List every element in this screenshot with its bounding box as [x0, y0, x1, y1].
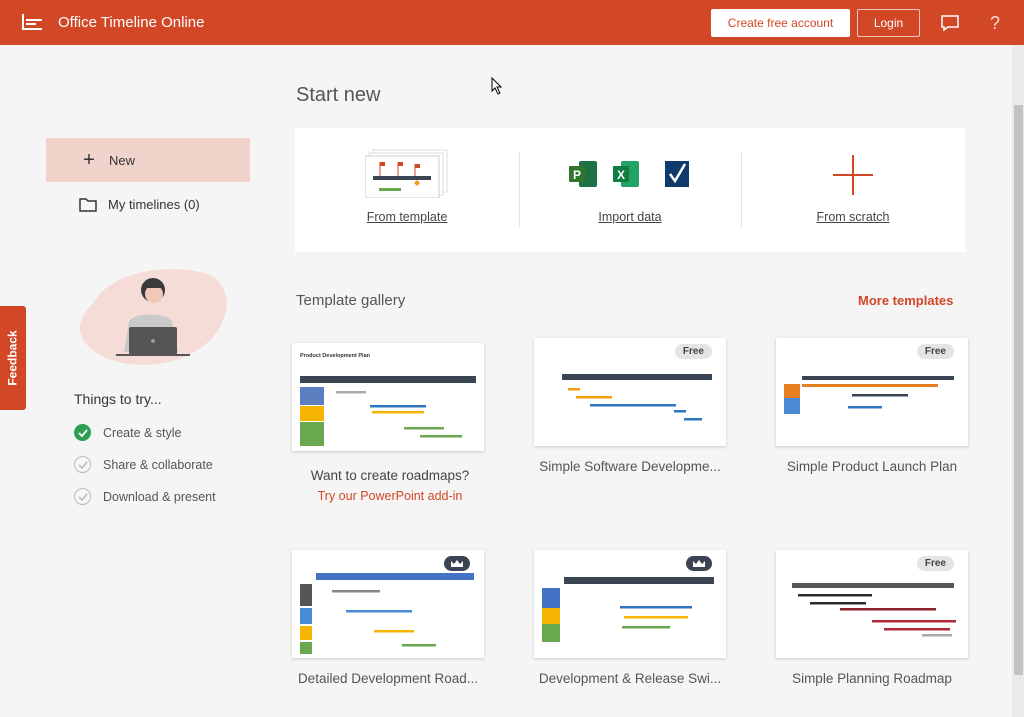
from-template-label: From template: [366, 210, 448, 224]
plus-large-icon: [833, 155, 873, 195]
svg-text:P: P: [573, 168, 581, 182]
create-account-button[interactable]: Create free account: [711, 9, 850, 37]
template-card-simple-software[interactable]: Free: [534, 338, 726, 446]
folder-icon: [79, 197, 97, 212]
plus-icon: +: [83, 148, 95, 171]
try-item-label: Create & style: [103, 425, 182, 440]
premium-crown-badge: [444, 556, 470, 571]
roadmap-question: Want to create roadmaps?: [310, 468, 470, 483]
check-circle-outline-icon: [74, 456, 91, 473]
chat-icon[interactable]: [939, 12, 961, 34]
thumbnail-heading: Product Development Plan: [300, 353, 371, 359]
sidebar-item-new[interactable]: + New: [46, 138, 250, 182]
template-title[interactable]: Development & Release Swi...: [525, 671, 735, 686]
template-card-product-launch[interactable]: Free: [776, 338, 968, 446]
check-circle-icon: [74, 424, 91, 441]
page-scrollbar[interactable]: [1012, 45, 1024, 717]
scrollbar-thumb[interactable]: [1014, 105, 1023, 675]
template-title[interactable]: Detailed Development Road...: [283, 671, 493, 686]
template-card-product-development[interactable]: Product Development Plan: [292, 343, 484, 451]
things-to-try-title: Things to try...: [74, 391, 162, 407]
powerpoint-addin-link[interactable]: Try our PowerPoint add-in: [292, 489, 488, 503]
from-scratch-option[interactable]: From scratch: [741, 128, 965, 252]
sidebar-item-label: My timelines (0): [108, 196, 200, 212]
import-data-label: Import data: [598, 210, 662, 224]
start-new-panel: From template P X Import data From scrat…: [295, 128, 965, 252]
template-card-detailed-development[interactable]: [292, 550, 484, 658]
template-title[interactable]: Simple Software Developme...: [525, 459, 735, 474]
mouse-cursor-icon: [491, 77, 503, 95]
project-app-icon: P: [569, 161, 597, 187]
person-laptop-illustration: [79, 269, 227, 365]
import-apps-icons: P X: [569, 161, 689, 187]
try-item-download-present[interactable]: Download & present: [74, 488, 216, 505]
login-button[interactable]: Login: [857, 9, 920, 37]
feedback-label: Feedback: [6, 330, 21, 386]
try-item-label: Download & present: [103, 489, 216, 504]
more-templates-link[interactable]: More templates: [858, 293, 953, 308]
check-circle-outline-icon: [74, 488, 91, 505]
sidebar-item-my-timelines[interactable]: My timelines (0): [46, 182, 250, 226]
import-data-option[interactable]: P X Import data: [519, 128, 741, 252]
template-card-development-release[interactable]: [534, 550, 726, 658]
try-item-share-collaborate[interactable]: Share & collaborate: [74, 456, 213, 473]
sidebar-item-label: New: [109, 152, 136, 168]
app-title: Office Timeline Online: [58, 14, 205, 31]
free-badge: Free: [916, 344, 954, 359]
free-badge: Free: [916, 556, 954, 571]
smartsheet-app-icon: [665, 161, 689, 187]
template-gallery-title: Template gallery: [296, 292, 406, 309]
template-thumbnail-icon: [365, 149, 448, 198]
start-new-title: Start new: [296, 84, 381, 106]
free-badge: Free: [674, 344, 712, 359]
template-title[interactable]: Simple Product Launch Plan: [767, 459, 977, 474]
app-logo-icon[interactable]: [22, 13, 44, 32]
from-scratch-label: From scratch: [816, 210, 890, 224]
template-title[interactable]: Simple Planning Roadmap: [767, 671, 977, 686]
feedback-tab[interactable]: Feedback: [0, 306, 26, 410]
template-thumbnail: Product Development Plan: [300, 353, 476, 446]
excel-app-icon: X: [613, 161, 639, 187]
crown-icon: [693, 560, 705, 567]
premium-crown-badge: [686, 556, 712, 571]
svg-text:X: X: [617, 168, 625, 182]
help-icon[interactable]: ?: [984, 12, 1006, 34]
template-card-simple-planning[interactable]: Free: [776, 550, 968, 658]
try-item-label: Share & collaborate: [103, 457, 213, 472]
from-template-option[interactable]: From template: [295, 128, 519, 252]
try-item-create-style[interactable]: Create & style: [74, 424, 182, 441]
crown-icon: [451, 560, 463, 567]
